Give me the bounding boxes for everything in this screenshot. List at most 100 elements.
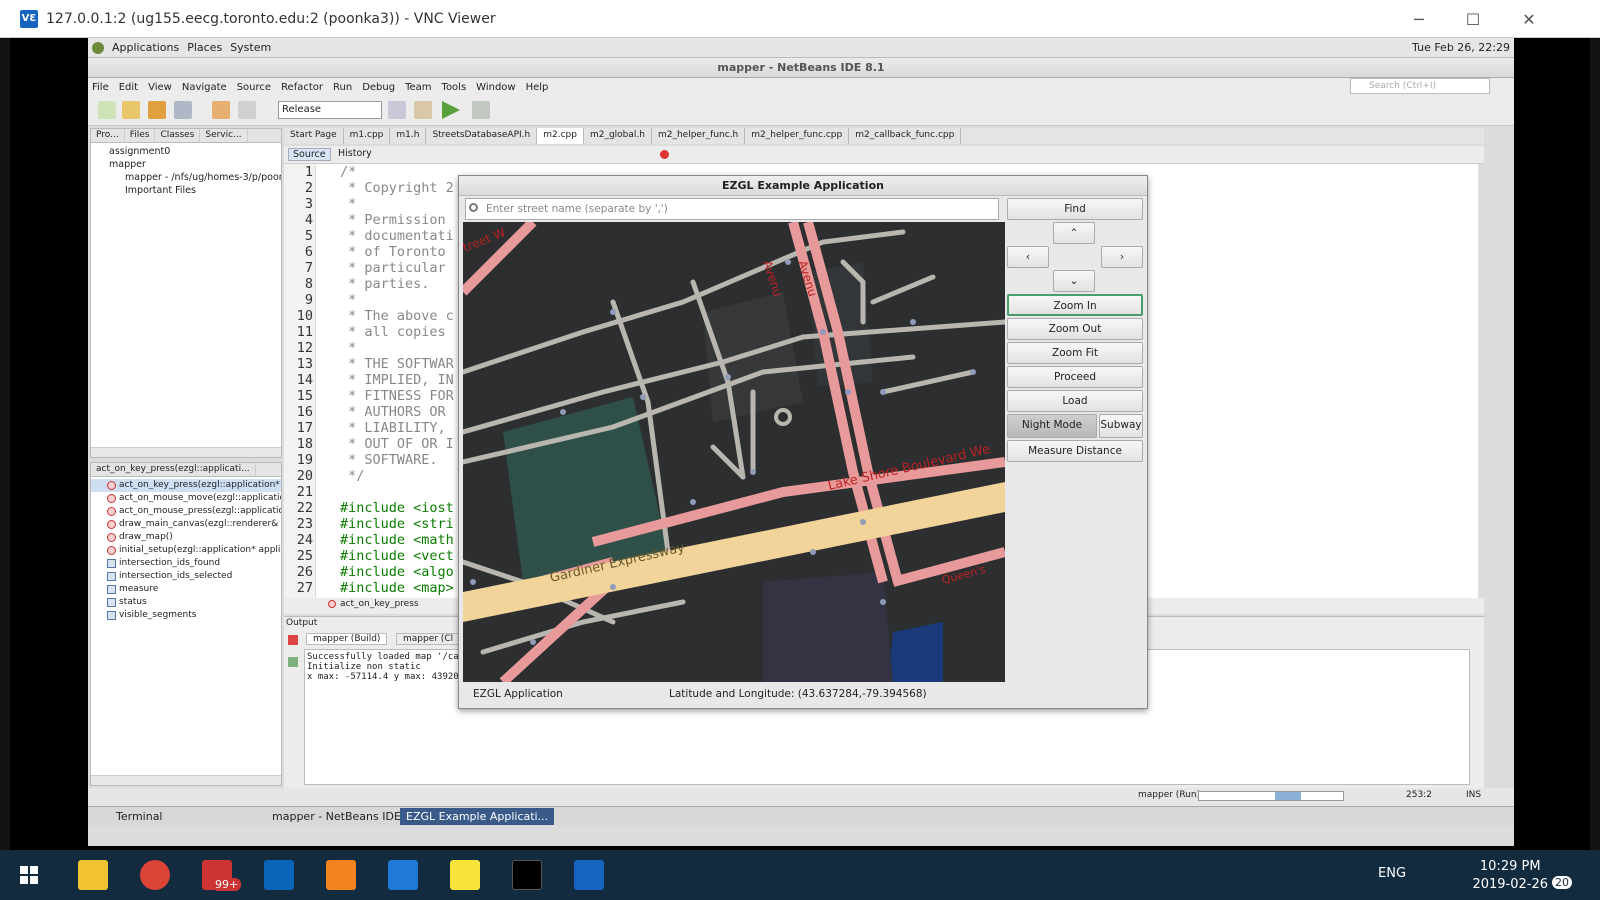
stop-icon[interactable] (288, 635, 298, 645)
tree-item[interactable]: assignment0 (95, 145, 281, 158)
menu-run[interactable]: Run (333, 82, 352, 93)
navigator-item[interactable]: act_on_mouse_press(ezgl::application (91, 505, 281, 518)
system-clock[interactable]: 10:29 PM 2019-02-26 (1472, 858, 1548, 894)
map-canvas[interactable]: treet W Avenu Avenu Lake Shore Boulevard… (463, 222, 1005, 682)
menu-tools[interactable]: Tools (442, 82, 467, 93)
terminal-icon[interactable] (512, 860, 542, 890)
tab-start-page[interactable]: Start Page (284, 128, 344, 144)
pan-up-button[interactable]: ⌃ (1053, 222, 1095, 244)
close-button[interactable]: ✕ (1500, 0, 1558, 38)
navigator-item[interactable]: draw_main_canvas(ezgl::renderer& g) (91, 518, 281, 531)
notification-count[interactable]: 20 (1552, 876, 1572, 889)
build-config-select[interactable]: Release (278, 101, 382, 119)
navigator-item[interactable]: visible_segments (91, 609, 281, 622)
history-tab[interactable]: History (334, 148, 376, 159)
ide-search-input[interactable]: Search (Ctrl+I) (1350, 78, 1490, 94)
find-button[interactable]: Find (1007, 198, 1143, 220)
output-title[interactable]: Output (286, 618, 317, 628)
menu-team[interactable]: Team (405, 82, 431, 93)
menu-system[interactable]: System (230, 41, 271, 54)
tab-m1-cpp[interactable]: m1.cpp (344, 128, 391, 144)
tab-m2-cpp[interactable]: m2.cpp (537, 128, 584, 144)
navigator-item[interactable]: intersection_ids_selected (91, 570, 281, 583)
output-tab-clean[interactable]: mapper (Cl (396, 633, 461, 645)
task-terminal[interactable]: Terminal (110, 808, 169, 825)
tab-m2-helper-func-cpp[interactable]: m2_helper_func.cpp (745, 128, 850, 144)
menu-view[interactable]: View (148, 82, 172, 93)
tab-m1-h[interactable]: m1.h (390, 128, 427, 144)
tab-m2-callback-func-cpp[interactable]: m2_callback_func.cpp (849, 128, 962, 144)
navigator-item[interactable]: measure (91, 583, 281, 596)
menu-window[interactable]: Window (476, 82, 515, 93)
tree-item[interactable]: Important Files (95, 184, 281, 197)
menu-file[interactable]: File (92, 82, 109, 93)
zoom-fit-button[interactable]: Zoom Fit (1007, 342, 1143, 364)
navigator-item[interactable]: initial_setup(ezgl::application* applica… (91, 544, 281, 557)
open-project-icon[interactable] (148, 101, 166, 119)
navigator-item[interactable]: status (91, 596, 281, 609)
tab-services[interactable]: Servic... (200, 129, 248, 142)
maximize-button[interactable]: ☐ (1444, 0, 1502, 38)
menu-debug[interactable]: Debug (362, 82, 395, 93)
zoom-out-button[interactable]: Zoom Out (1007, 318, 1143, 340)
source-tab[interactable]: Source (288, 148, 331, 161)
tab-m2-helper-func-h[interactable]: m2_helper_func.h (652, 128, 746, 144)
load-button[interactable]: Load (1007, 390, 1143, 412)
horizontal-scrollbar[interactable] (91, 775, 281, 785)
street-search-input[interactable]: Enter street name (separate by ',') (465, 198, 999, 220)
record-macro-icon[interactable] (660, 150, 669, 159)
sticky-notes-icon[interactable] (450, 860, 480, 890)
navigator-item[interactable]: act_on_mouse_move(ezgl::application (91, 492, 281, 505)
pan-left-button[interactable]: ‹ (1007, 246, 1049, 268)
rerun-icon[interactable] (288, 657, 298, 667)
task-ezgl[interactable]: EZGL Example Applicati... (400, 808, 555, 825)
menu-refactor[interactable]: Refactor (281, 82, 323, 93)
horizontal-scrollbar[interactable] (91, 447, 281, 457)
measure-distance-button[interactable]: Measure Distance (1007, 440, 1143, 462)
new-project-icon[interactable] (122, 101, 140, 119)
tab-files[interactable]: Files (125, 129, 156, 142)
pan-right-button[interactable]: › (1101, 246, 1143, 268)
tab-streetsdatabaseapi-h[interactable]: StreetsDatabaseAPI.h (426, 128, 538, 144)
clean-build-icon[interactable] (414, 101, 432, 119)
menu-applications[interactable]: Applications (112, 41, 179, 54)
redo-icon[interactable] (238, 101, 256, 119)
tab-m2-global-h[interactable]: m2_global.h (584, 128, 652, 144)
tab-projects[interactable]: Pro... (91, 129, 125, 142)
save-all-icon[interactable] (174, 101, 192, 119)
navigator-item[interactable]: act_on_key_press(ezgl::application* a (91, 479, 281, 492)
pan-down-button[interactable]: ⌄ (1053, 270, 1095, 292)
pdf-app-icon[interactable] (326, 860, 356, 890)
zoom-in-button[interactable]: Zoom In (1007, 294, 1143, 316)
new-file-icon[interactable] (98, 101, 116, 119)
language-indicator[interactable]: ENG (1378, 866, 1406, 881)
proceed-button[interactable]: Proceed (1007, 366, 1143, 388)
menu-source[interactable]: Source (237, 82, 271, 93)
gnome-clock[interactable]: Tue Feb 26, 22:29 (1412, 41, 1510, 54)
breadcrumb-item[interactable]: act_on_key_press (340, 599, 419, 609)
menu-places[interactable]: Places (187, 41, 222, 54)
navigator-item[interactable]: draw_map() (91, 531, 281, 544)
run-icon[interactable] (442, 101, 460, 119)
debug-icon[interactable] (472, 101, 490, 119)
navigator-item[interactable]: intersection_ids_found (91, 557, 281, 570)
task-netbeans[interactable]: mapper - NetBeans IDE ... (266, 808, 421, 825)
menu-edit[interactable]: Edit (119, 82, 138, 93)
outlook-icon[interactable] (264, 860, 294, 890)
minimize-button[interactable]: ─ (1390, 0, 1448, 38)
build-icon[interactable] (388, 101, 406, 119)
night-mode-toggle[interactable]: Night Mode (1007, 414, 1097, 438)
tree-item[interactable]: mapper - /nfs/ug/homes-3/p/poonl (95, 171, 281, 184)
menu-help[interactable]: Help (526, 82, 549, 93)
vscode-icon[interactable] (388, 860, 418, 890)
chrome-icon[interactable] (140, 860, 170, 890)
tree-item[interactable]: mapper (95, 158, 281, 171)
subway-toggle[interactable]: Subway (1099, 414, 1143, 438)
output-tab-build[interactable]: mapper (Build) (306, 633, 388, 645)
windows-start-icon[interactable] (20, 866, 38, 884)
undo-icon[interactable] (212, 101, 230, 119)
vnc-viewer-icon[interactable] (574, 860, 604, 890)
menu-navigate[interactable]: Navigate (182, 82, 227, 93)
file-explorer-icon[interactable] (78, 860, 108, 890)
tab-classes[interactable]: Classes (155, 129, 201, 142)
